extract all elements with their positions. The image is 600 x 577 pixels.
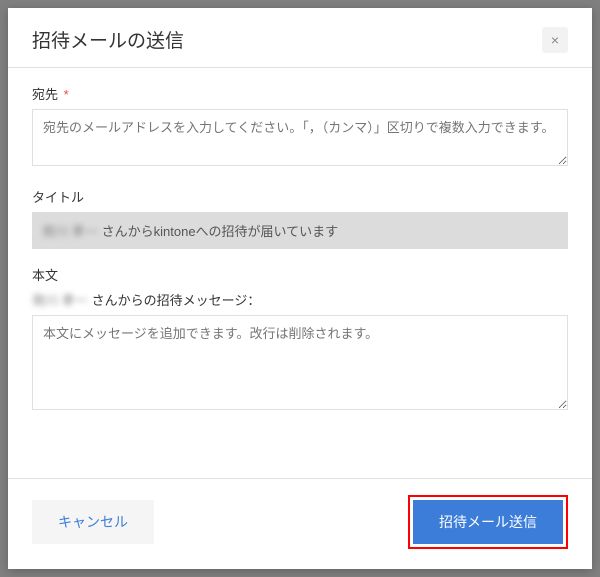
to-field-group: 宛先 *	[32, 84, 568, 171]
title-fixed-text: さんからkintoneへの招待が届いています	[102, 221, 339, 240]
body-intro-text: さんからの招待メッセージ：	[92, 290, 261, 309]
modal-title: 招待メールの送信	[32, 26, 184, 53]
body-input[interactable]	[32, 315, 568, 410]
body-intro-line: 発川 孝一 さんからの招待メッセージ：	[32, 290, 568, 309]
to-label: 宛先 *	[32, 84, 568, 103]
close-button[interactable]: ×	[542, 27, 568, 53]
body-label: 本文	[32, 265, 568, 284]
required-marker: *	[64, 87, 69, 102]
body-field-group: 本文 発川 孝一 さんからの招待メッセージ：	[32, 265, 568, 415]
invite-modal: 招待メールの送信 × 宛先 * タイトル 発川 孝一 さんからkintoneへの…	[8, 8, 592, 569]
to-label-text: 宛先	[32, 87, 58, 102]
modal-body: 宛先 * タイトル 発川 孝一 さんからkintoneへの招待が届いています 本…	[8, 68, 592, 478]
title-sender-name: 発川 孝一	[42, 221, 98, 240]
title-label: タイトル	[32, 187, 568, 206]
send-highlight-box: 招待メール送信	[408, 495, 568, 549]
body-sender-name: 発川 孝一	[32, 290, 88, 309]
cancel-button[interactable]: キャンセル	[32, 500, 154, 544]
modal-footer: キャンセル 招待メール送信	[8, 479, 592, 569]
title-input: 発川 孝一 さんからkintoneへの招待が届いています	[32, 212, 568, 249]
send-button[interactable]: 招待メール送信	[413, 500, 563, 544]
close-icon: ×	[551, 32, 559, 48]
to-input[interactable]	[32, 109, 568, 166]
title-field-group: タイトル 発川 孝一 さんからkintoneへの招待が届いています	[32, 187, 568, 249]
modal-header: 招待メールの送信 ×	[8, 8, 592, 67]
